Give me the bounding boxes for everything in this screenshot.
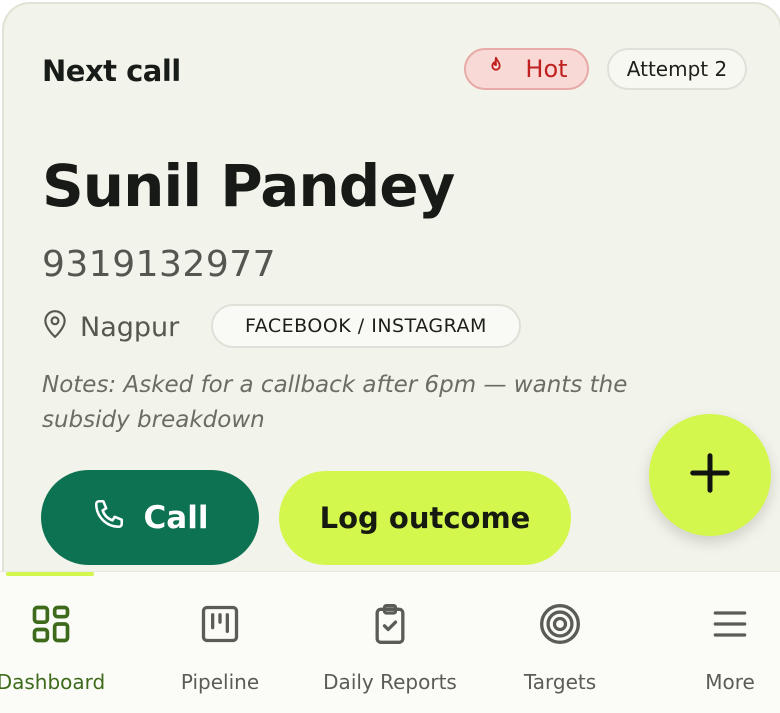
nav-label-more: More: [705, 670, 755, 694]
nav-label-pipeline: Pipeline: [180, 670, 260, 694]
phone-icon: [92, 497, 126, 539]
attempt-badge: Attempt 2: [607, 48, 747, 90]
lead-city: Nagpur: [80, 312, 180, 343]
lead-notes: Notes: Asked for a callback after 6pm — …: [42, 372, 628, 433]
clipboard-check-icon: [368, 602, 412, 650]
active-tab-indicator: [6, 572, 94, 576]
location-pin-icon: [42, 309, 68, 346]
hot-badge: Hot: [464, 48, 589, 90]
bottom-navigation: Dashboard Pipeline Daily Reports Targets: [0, 571, 780, 713]
call-label: Call: [143, 499, 209, 536]
lead-location: Nagpur: [42, 309, 179, 346]
call-button[interactable]: Call: [41, 470, 259, 565]
nav-item-daily-reports[interactable]: Daily Reports: [315, 602, 465, 694]
add-fab-button[interactable]: [649, 414, 771, 536]
nav-item-more[interactable]: More: [655, 602, 780, 694]
nav-item-pipeline[interactable]: Pipeline: [145, 602, 295, 694]
lead-name: Sunil Pandey: [42, 152, 455, 220]
lead-phone: 9319132977: [42, 244, 277, 285]
card-title: Next call: [42, 54, 181, 88]
nav-label-dashboard: Dashboard: [0, 670, 106, 694]
nav-label-daily-reports: Daily Reports: [323, 670, 457, 694]
nav-item-targets[interactable]: Targets: [485, 602, 635, 694]
menu-icon: [708, 602, 752, 650]
nav-label-targets: Targets: [523, 670, 597, 694]
next-call-card: Next call Hot Attempt 2 Sunil Pandey 931…: [2, 2, 780, 622]
plus-icon: [687, 450, 733, 500]
flame-icon: [485, 55, 507, 83]
log-outcome-button[interactable]: Log outcome: [279, 471, 571, 565]
hot-label: Hot: [525, 55, 568, 83]
kanban-icon: [198, 602, 242, 650]
target-icon: [538, 602, 582, 650]
lead-source-chip: FACEBOOK / INSTAGRAM: [211, 304, 521, 348]
dashboard-grid-icon: [29, 602, 73, 650]
nav-item-dashboard[interactable]: Dashboard: [0, 602, 126, 694]
